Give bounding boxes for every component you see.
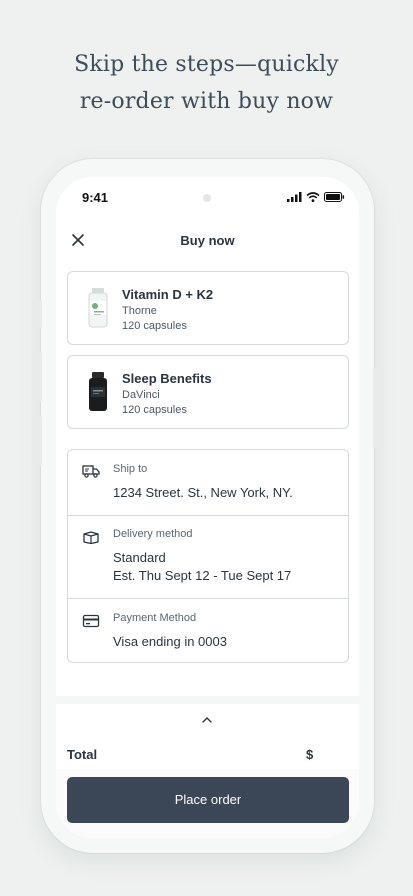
payment-method-label: Payment Method — [113, 612, 197, 624]
product-quantity: 120 capsules — [122, 404, 187, 416]
product-brand: Thorne — [122, 305, 157, 317]
product-image-black-bottle — [89, 372, 107, 411]
total-value: $ — [306, 747, 314, 762]
wifi-icon — [306, 192, 320, 202]
page-title: Buy now — [180, 233, 235, 248]
delivery-method-section[interactable]: Delivery method Standard Est. Thu Sept 1… — [68, 516, 348, 598]
headline-line-2: re-order with buy now — [79, 89, 334, 114]
box-icon — [83, 531, 99, 544]
product-card-1[interactable]: Vitamin D + K2 Thorne 120 capsules — [67, 271, 349, 345]
product-brand: DaVinci — [122, 389, 160, 401]
nav-bar: Buy now — [56, 217, 359, 263]
truck-icon — [82, 465, 100, 478]
section-separator — [56, 696, 359, 704]
status-time: 9:41 — [82, 190, 109, 205]
ship-to-address: 1234 Street. St., New York, NY. — [113, 485, 293, 500]
signal-icon — [287, 192, 302, 202]
ship-to-section[interactable]: Ship to 1234 Street. St., New York, NY. — [68, 450, 348, 515]
delivery-method-label: Delivery method — [113, 528, 193, 540]
chevron-up-icon[interactable] — [200, 715, 214, 725]
phone-screen: 9:41 Buy now Vitamin D + K2 Thorne 120 c… — [56, 177, 359, 838]
product-image-white-bottle — [88, 288, 108, 328]
headline-line-1: Skip the steps—quickly — [74, 52, 339, 77]
product-card-2[interactable]: Sleep Benefits DaVinci 120 capsules — [67, 355, 349, 429]
headline: Skip the steps—quickly re-order with buy… — [0, 46, 413, 120]
phone-power-button — [373, 368, 378, 448]
ship-to-label: Ship to — [113, 463, 148, 475]
delivery-estimate: Est. Thu Sept 12 - Tue Sept 17 — [113, 568, 292, 583]
product-name: Vitamin D + K2 — [122, 287, 214, 302]
product-quantity: 120 capsules — [122, 320, 187, 332]
status-icons — [287, 192, 345, 202]
credit-card-icon — [82, 614, 100, 628]
phone-volume-down — [37, 416, 42, 466]
camera-dot — [203, 194, 211, 202]
delivery-method-value: Standard — [113, 550, 166, 565]
product-name: Sleep Benefits — [122, 371, 212, 386]
phone-mute-switch — [37, 300, 42, 328]
payment-method-section[interactable]: Payment Method Visa ending in 0003 — [68, 599, 348, 663]
phone-volume-up — [37, 352, 42, 402]
battery-icon — [324, 192, 345, 202]
payment-method-value: Visa ending in 0003 — [113, 634, 227, 649]
place-order-button[interactable]: Place order — [67, 777, 349, 823]
status-bar: 9:41 — [56, 177, 359, 217]
order-details-card: Ship to 1234 Street. St., New York, NY. … — [67, 449, 349, 663]
total-label: Total — [67, 747, 98, 762]
